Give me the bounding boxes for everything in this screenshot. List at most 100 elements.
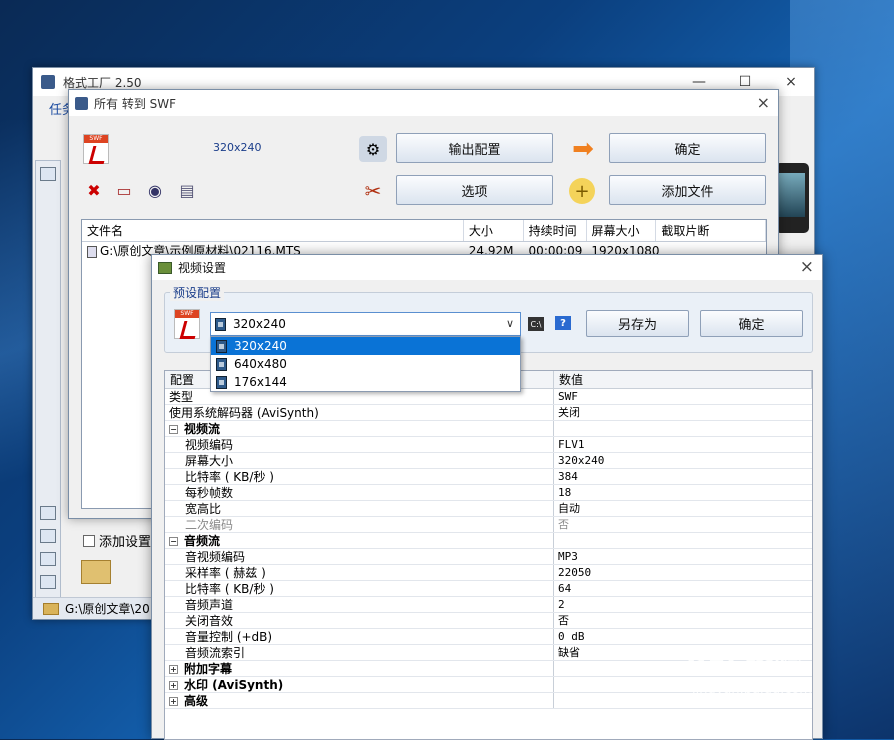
property-key: 音频流 [184,534,221,548]
film-scissors-icon: ✂ [364,179,382,203]
property-row[interactable]: 比特率 ( KB/秒 ) 384 [165,469,812,485]
property-key: 关闭音效 [185,614,234,628]
property-key: 屏幕大小 [185,454,234,468]
checkbox-box[interactable] [83,534,95,547]
property-value[interactable] [554,661,558,676]
property-value[interactable]: 自动 [554,501,580,516]
property-row[interactable]: 比特率 ( KB/秒 ) 64 [165,581,812,597]
close-icon[interactable]: × [800,257,814,277]
audio-category-icon[interactable] [40,506,56,520]
film-icon [216,357,227,371]
preset-select[interactable]: 320x240 ∨ [210,312,521,336]
rom-device-category-icon[interactable] [40,552,56,566]
video-settings-icon [158,261,172,274]
expand-icon[interactable]: + [169,665,178,674]
preset-config-label: 预设配置 [170,284,225,301]
collapse-icon[interactable]: − [169,537,178,546]
property-value[interactable]: 否 [554,517,569,532]
property-row[interactable]: 屏幕大小 320x240 [165,453,812,469]
property-key: 水印 (AviSynth) [184,678,284,692]
property-key: 每秒帧数 [185,486,234,500]
property-key: 视频编码 [185,438,234,452]
property-value[interactable]: MP3 [554,549,578,564]
swf-format-icon [83,134,109,164]
watermark-url: jingyan.baidu.com [692,682,812,697]
swf-format-icon [174,309,200,339]
property-value[interactable]: SWF [554,389,578,404]
collapse-icon[interactable]: − [169,425,178,434]
property-row[interactable]: 音频声道 2 [165,597,812,613]
category-sidebar [35,160,61,600]
column-screen-size[interactable]: 屏幕大小 [587,220,657,241]
clear-list-icon[interactable]: ▭ [113,179,135,201]
preset-option[interactable]: 640x480 [211,355,520,373]
column-clip[interactable]: 截取片断 [656,220,766,241]
property-row[interactable]: 宽高比 自动 [165,501,812,517]
property-value[interactable]: 缺省 [554,645,580,660]
preset-select-value: 320x240 [233,317,286,331]
chevron-down-icon[interactable]: ∨ [506,317,514,330]
ok-button[interactable]: 确定 [609,133,766,163]
remove-icon[interactable]: ✖ [83,179,105,201]
property-row[interactable]: 使用系统解码器 (AviSynth) 关闭 [165,405,812,421]
preset-option-label: 640x480 [234,357,287,371]
close-icon[interactable]: × [757,93,770,112]
output-config-button[interactable]: 输出配置 [396,133,553,163]
property-value[interactable]: 64 [554,581,571,596]
swf-dialog-title-bar: 所有 转到 SWF [69,90,778,116]
video-category-icon[interactable] [40,167,56,181]
property-row[interactable]: 采样率 ( 赫兹 ) 22050 [165,565,812,581]
property-value[interactable] [554,677,558,692]
property-key: 音量控制 (+dB) [185,630,273,644]
command-line-icon[interactable]: C:\ [528,317,544,331]
property-value[interactable] [554,533,558,548]
property-value[interactable]: 384 [554,469,578,484]
preset-option[interactable]: 320x240 [211,337,520,355]
picture-category-icon[interactable] [40,529,56,543]
column-filename[interactable]: 文件名 [82,220,464,241]
property-key: 比特率 ( KB/秒 ) [185,470,274,484]
property-key: 视频流 [184,422,221,436]
property-row[interactable]: 关闭音效 否 [165,613,812,629]
property-value[interactable]: 否 [554,613,569,628]
output-config-icon: ⚙ [359,136,387,162]
property-row[interactable]: 每秒帧数 18 [165,485,812,501]
output-folder-icon[interactable] [81,560,111,584]
expand-icon[interactable]: + [169,697,178,706]
property-value[interactable]: 320x240 [554,453,604,468]
watermark-brand: Bai 经验 [686,647,802,680]
preset-option[interactable]: 176x144 [211,373,520,391]
expand-icon[interactable]: + [169,681,178,690]
property-row[interactable]: 二次编码 否 [165,517,812,533]
arrow-right-icon: ➡ [572,134,594,164]
save-as-button[interactable]: 另存为 [586,310,689,337]
property-value[interactable] [554,421,558,436]
ok-button[interactable]: 确定 [700,310,803,337]
property-row[interactable]: − 视频流 [165,421,812,437]
column-size[interactable]: 大小 [464,220,524,241]
advanced-category-icon[interactable] [40,575,56,589]
format-factory-app-icon [41,75,55,89]
media-info-icon[interactable]: ▤ [176,179,198,201]
property-value[interactable]: 0 dB [554,629,585,644]
file-list-header: 文件名 大小 持续时间 屏幕大小 截取片断 [82,220,766,242]
video-file-icon [87,245,97,258]
format-factory-app-icon [75,96,88,110]
options-button[interactable]: 选项 [396,175,553,205]
play-icon[interactable]: ◉ [144,179,166,201]
property-row[interactable]: 视频编码 FLV1 [165,437,812,453]
grid-column-value: 数值 [554,371,812,388]
property-value[interactable]: 22050 [554,565,591,580]
property-value[interactable]: 关闭 [554,405,580,420]
help-icon[interactable]: ? [555,316,571,330]
property-value[interactable]: 18 [554,485,571,500]
property-value[interactable]: FLV1 [554,437,585,452]
property-value[interactable] [554,693,558,708]
property-key: 二次编码 [185,518,234,532]
property-value[interactable]: 2 [554,597,565,612]
column-duration[interactable]: 持续时间 [524,220,587,241]
property-row[interactable]: − 音频流 [165,533,812,549]
property-row[interactable]: 音视频编码 MP3 [165,549,812,565]
add-file-button[interactable]: 添加文件 [609,175,766,205]
video-settings-title-bar: 视频设置 [152,255,822,280]
